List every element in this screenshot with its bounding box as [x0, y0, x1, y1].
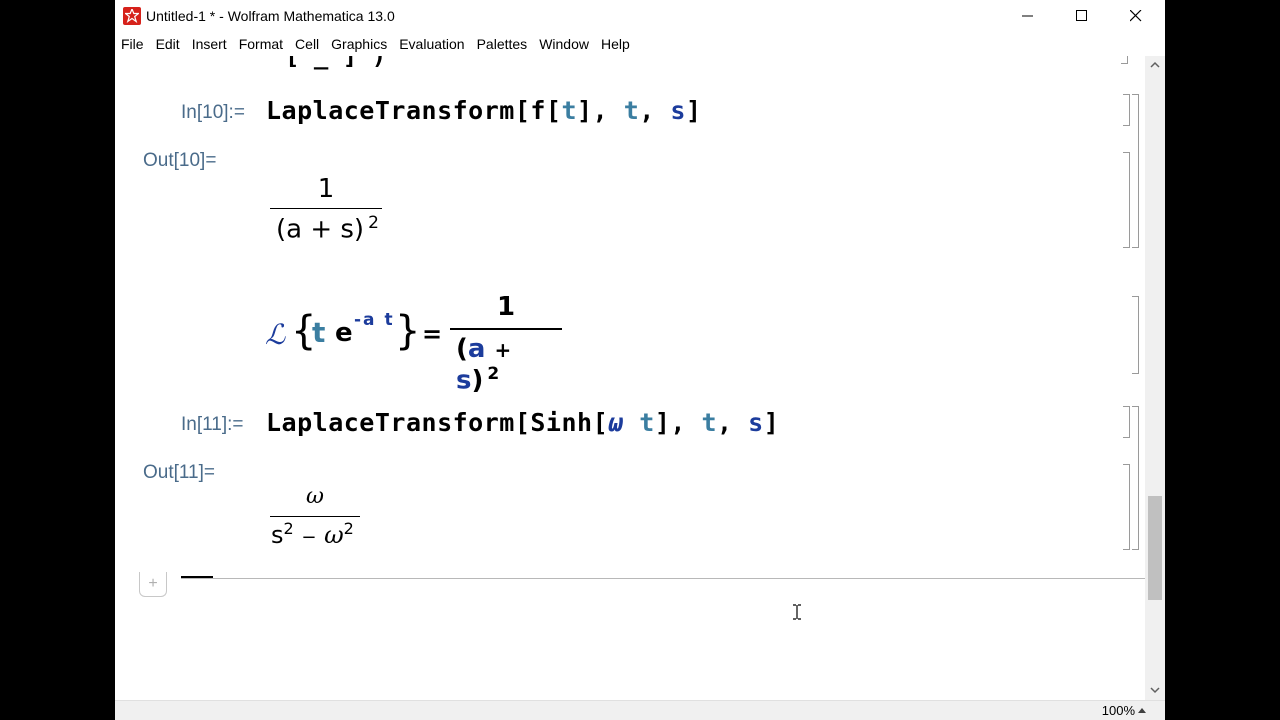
- in11-arg2: t: [701, 408, 718, 437]
- scrollbar-thumb[interactable]: [1148, 496, 1162, 600]
- out10-exponent: 2: [368, 213, 379, 233]
- menu-graphics[interactable]: Graphics: [325, 36, 393, 52]
- minimize-icon: [1022, 15, 1033, 17]
- notebook-area[interactable]: [ _ ] ) In[10]:= LaplaceTransform[f[t], …: [115, 56, 1145, 700]
- menu-evaluation[interactable]: Evaluation: [393, 36, 470, 52]
- out11-den-s-exp: 2: [283, 519, 294, 538]
- out11-fraction[interactable]: ω s2 − ω2: [270, 484, 360, 549]
- menu-window[interactable]: Window: [533, 36, 595, 52]
- out11-den-minus: −: [301, 527, 317, 548]
- out10-fraction[interactable]: 1 (a + s) 2: [270, 174, 382, 245]
- eq-rhs-fraction[interactable]: 1 (a + s) 2: [450, 292, 562, 396]
- in10-label: In[10]:=: [181, 102, 245, 123]
- menu-palettes[interactable]: Palettes: [471, 36, 534, 52]
- eq-den-exp: 2: [487, 364, 500, 384]
- laplace-symbol: ℒ: [265, 318, 286, 351]
- eq-e: e: [335, 318, 353, 348]
- in10-code-prefix: LaplaceTransform[f[: [266, 96, 562, 125]
- vertical-scrollbar[interactable]: [1145, 56, 1165, 700]
- menu-format[interactable]: Format: [233, 36, 289, 52]
- out10-denominator: (a + s): [276, 214, 365, 245]
- close-button[interactable]: [1113, 0, 1159, 32]
- zoom-dropdown-icon[interactable]: [1137, 706, 1147, 714]
- menu-cell[interactable]: Cell: [289, 36, 325, 52]
- eq-exponent: -a t: [354, 310, 395, 330]
- in11-omega: ω: [608, 408, 624, 437]
- eq-den-a: a: [467, 334, 486, 364]
- eq-den-open: (: [456, 334, 468, 364]
- zoom-level[interactable]: 100%: [1102, 703, 1135, 718]
- minimize-button[interactable]: [1005, 0, 1051, 32]
- status-bar: 100%: [115, 700, 1165, 720]
- mathematica-logo-icon[interactable]: [123, 7, 141, 25]
- in10-arg2: t: [623, 96, 640, 125]
- menu-help[interactable]: Help: [595, 36, 636, 52]
- in11-t: t: [639, 408, 655, 437]
- menu-insert[interactable]: Insert: [186, 36, 233, 52]
- in11-comma: ,: [717, 408, 749, 437]
- cell-insertion-caret: [181, 576, 213, 578]
- cell-bracket-in10[interactable]: [1123, 94, 1130, 126]
- out10-fraction-bar: [270, 208, 382, 209]
- in11-code-prefix: LaplaceTransform[Sinh[: [266, 408, 609, 437]
- in10-comma: ,: [639, 96, 671, 125]
- maximize-icon: [1076, 10, 1087, 21]
- menu-bar: File Edit Insert Format Cell Graphics Ev…: [115, 33, 1165, 55]
- menu-edit[interactable]: Edit: [150, 36, 186, 52]
- scroll-up-arrow-icon[interactable]: [1150, 61, 1160, 69]
- cell-insertion-line[interactable]: [181, 578, 1145, 579]
- cell-bracket-out11[interactable]: [1123, 464, 1130, 550]
- scroll-down-arrow-icon[interactable]: [1150, 686, 1160, 694]
- cell-bracket-clipped[interactable]: [1121, 56, 1128, 64]
- close-icon: [1130, 10, 1142, 22]
- in10-code[interactable]: LaplaceTransform[f[t], t, s]: [266, 96, 702, 125]
- in11-label: In[11]:=: [181, 414, 244, 435]
- window-title: Untitled-1 * - Wolfram Mathematica 13.0: [146, 8, 395, 24]
- eq-rhs-bar: [450, 328, 562, 330]
- out11-den-omega-exp: 2: [343, 519, 354, 538]
- maximize-button[interactable]: [1059, 0, 1105, 32]
- out11-label: Out[11]=: [143, 462, 216, 483]
- cell-bracket-in11[interactable]: [1123, 406, 1130, 438]
- out10-label: Out[10]=: [143, 150, 217, 171]
- eq-equals: =: [422, 320, 443, 348]
- eq-t: t: [312, 316, 326, 349]
- mathematica-window: Untitled-1 * - Wolfram Mathematica 13.0 …: [115, 0, 1165, 720]
- eq-den-close: ): [471, 365, 484, 396]
- in10-end: ]: [685, 96, 702, 125]
- in10-arg1: t: [561, 96, 578, 125]
- in10-arg3: s: [670, 96, 686, 125]
- in11-code[interactable]: LaplaceTransform[Sinh[ω t], t, s]: [266, 408, 779, 437]
- out11-bar: [270, 516, 360, 517]
- out10-numerator: 1: [317, 174, 335, 204]
- in10-mid: ],: [577, 96, 624, 125]
- plus-icon: +: [148, 575, 158, 592]
- in11-end: ]: [763, 408, 780, 437]
- cell-group-bracket-11[interactable]: [1132, 406, 1139, 550]
- ibeam-cursor-icon: [793, 604, 801, 620]
- out11-den-s: s: [271, 521, 284, 549]
- cell-insert-plus-button[interactable]: +: [139, 572, 167, 597]
- eq-den-s: s: [456, 365, 472, 396]
- in11-mid: ],: [654, 408, 702, 437]
- eq-den-plus: +: [494, 338, 512, 362]
- out11-den-omega: ω: [324, 521, 344, 549]
- out11-numerator: ω: [306, 484, 324, 509]
- close-brace: }: [395, 308, 421, 354]
- menu-file[interactable]: File: [115, 36, 150, 52]
- eq-rhs-numerator: 1: [496, 292, 516, 322]
- cell-bracket-text[interactable]: [1132, 296, 1139, 374]
- title-bar: Untitled-1 * - Wolfram Mathematica 13.0: [115, 0, 1165, 32]
- cell-group-bracket-10[interactable]: [1132, 94, 1139, 248]
- clipped-input-cell[interactable]: [ _ ] ): [285, 56, 386, 70]
- in11-arg3: s: [748, 408, 764, 437]
- cell-bracket-out10[interactable]: [1123, 152, 1130, 248]
